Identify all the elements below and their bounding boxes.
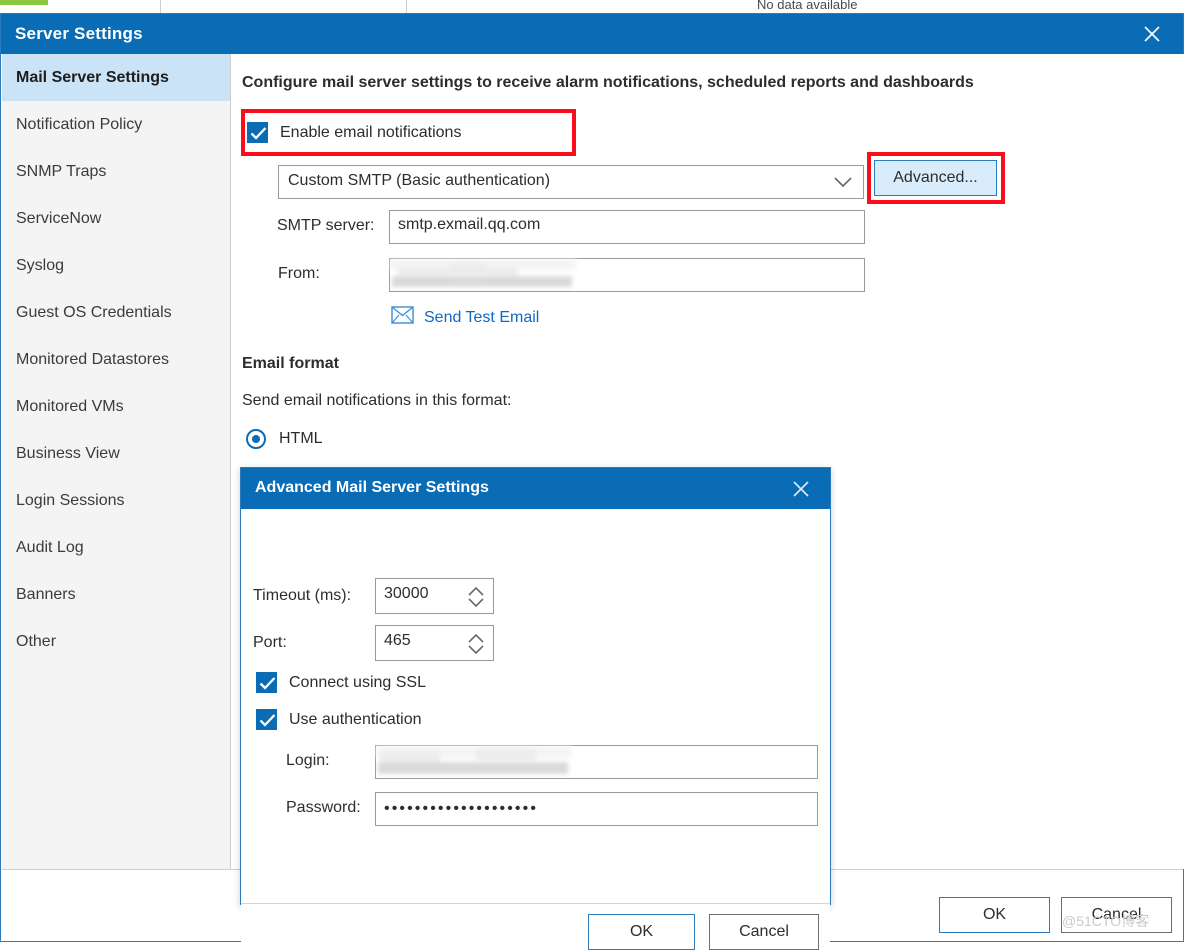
sidebar-item-monitored-datastores[interactable]: Monitored Datastores: [2, 336, 230, 383]
timeout-value: 30000: [384, 585, 429, 602]
use-authentication-row[interactable]: Use authentication: [256, 709, 422, 730]
cancel-button[interactable]: Cancel: [1061, 897, 1172, 933]
advanced-dialog-titlebar: Advanced Mail Server Settings: [241, 468, 830, 509]
use-authentication-checkbox[interactable]: [256, 709, 277, 730]
sidebar-item-syslog[interactable]: Syslog: [2, 242, 230, 289]
password-label: Password:: [286, 799, 361, 816]
from-label: From:: [278, 265, 320, 282]
from-input[interactable]: [389, 258, 865, 292]
sidebar-item-mail-server-settings[interactable]: Mail Server Settings: [2, 54, 230, 101]
advanced-dialog-title: Advanced Mail Server Settings: [255, 479, 489, 496]
sidebar-item-snmp-traps[interactable]: SNMP Traps: [2, 148, 230, 195]
sidebar-item-other[interactable]: Other: [2, 618, 230, 665]
sidebar-item-business-view[interactable]: Business View: [2, 430, 230, 477]
smtp-server-input[interactable]: smtp.exmail.qq.com: [389, 210, 865, 244]
panel-heading: Configure mail server settings to receiv…: [242, 74, 974, 91]
login-input[interactable]: [375, 745, 818, 779]
sidebar-item-banners[interactable]: Banners: [2, 571, 230, 618]
html-radio-label: HTML: [279, 430, 323, 447]
timeout-stepper-arrows[interactable]: [465, 584, 487, 610]
chevron-down-icon: [832, 175, 854, 194]
enable-email-notifications-label: Enable email notifications: [280, 123, 462, 141]
sidebar-item-notification-policy[interactable]: Notification Policy: [2, 101, 230, 148]
enable-email-notifications-row[interactable]: Enable email notifications: [247, 122, 461, 143]
background-column-separator: [406, 0, 407, 13]
sidebar-item-servicenow[interactable]: ServiceNow: [2, 195, 230, 242]
port-stepper-arrows[interactable]: [465, 631, 487, 657]
connect-using-ssl-row[interactable]: Connect using SSL: [256, 672, 426, 693]
login-label: Login:: [286, 752, 330, 769]
smtp-type-selected-value: Custom SMTP (Basic authentication): [288, 172, 551, 189]
close-icon[interactable]: [1137, 19, 1167, 49]
port-stepper[interactable]: 465: [375, 625, 494, 661]
email-format-heading: Email format: [242, 355, 339, 372]
advanced-mail-server-settings-dialog: Advanced Mail Server Settings Timeout (m…: [240, 467, 831, 950]
app-background: No data available: [0, 0, 1184, 13]
sidebar-item-login-sessions[interactable]: Login Sessions: [2, 477, 230, 524]
background-column-separator: [160, 0, 161, 13]
sidebar: Mail Server Settings Notification Policy…: [2, 54, 231, 869]
port-label: Port:: [253, 634, 287, 651]
smtp-type-dropdown[interactable]: Custom SMTP (Basic authentication): [278, 165, 864, 199]
use-authentication-label: Use authentication: [289, 710, 422, 728]
email-format-html-option[interactable]: HTML: [246, 429, 323, 449]
ok-button[interactable]: OK: [939, 897, 1050, 933]
background-no-data-text: No data available: [757, 0, 858, 12]
connect-using-ssl-checkbox[interactable]: [256, 672, 277, 693]
enable-email-notifications-checkbox[interactable]: [247, 122, 268, 143]
window-title: Server Settings: [15, 24, 143, 43]
send-test-email-link[interactable]: Send Test Email: [391, 306, 539, 329]
smtp-server-label: SMTP server:: [277, 217, 375, 234]
sidebar-item-audit-log[interactable]: Audit Log: [2, 524, 230, 571]
server-settings-window: Server Settings Mail Server Settings Not…: [0, 13, 1184, 950]
timeout-stepper[interactable]: 30000: [375, 578, 494, 614]
timeout-label: Timeout (ms):: [253, 587, 352, 604]
advanced-cancel-button[interactable]: Cancel: [709, 914, 819, 950]
advanced-dialog-footer: OK Cancel: [241, 904, 830, 950]
envelope-icon: [391, 306, 414, 329]
advanced-dialog-body: Timeout (ms): 30000 Port: 465 Connect us…: [241, 509, 830, 950]
email-format-subtitle: Send email notifications in this format:: [242, 392, 512, 409]
sidebar-item-guest-os-credentials[interactable]: Guest OS Credentials: [2, 289, 230, 336]
password-masked-value: ••••••••••••••••••••: [384, 800, 539, 817]
connect-using-ssl-label: Connect using SSL: [289, 673, 426, 691]
advanced-ok-button[interactable]: OK: [588, 914, 695, 950]
server-settings-titlebar: Server Settings: [1, 14, 1183, 54]
advanced-button[interactable]: Advanced...: [874, 160, 997, 196]
send-test-email-label: Send Test Email: [424, 308, 540, 326]
html-radio-button[interactable]: [246, 429, 266, 449]
sidebar-item-monitored-vms[interactable]: Monitored VMs: [2, 383, 230, 430]
close-icon[interactable]: [788, 476, 814, 502]
background-green-accent: [0, 0, 48, 5]
port-value: 465: [384, 632, 411, 649]
